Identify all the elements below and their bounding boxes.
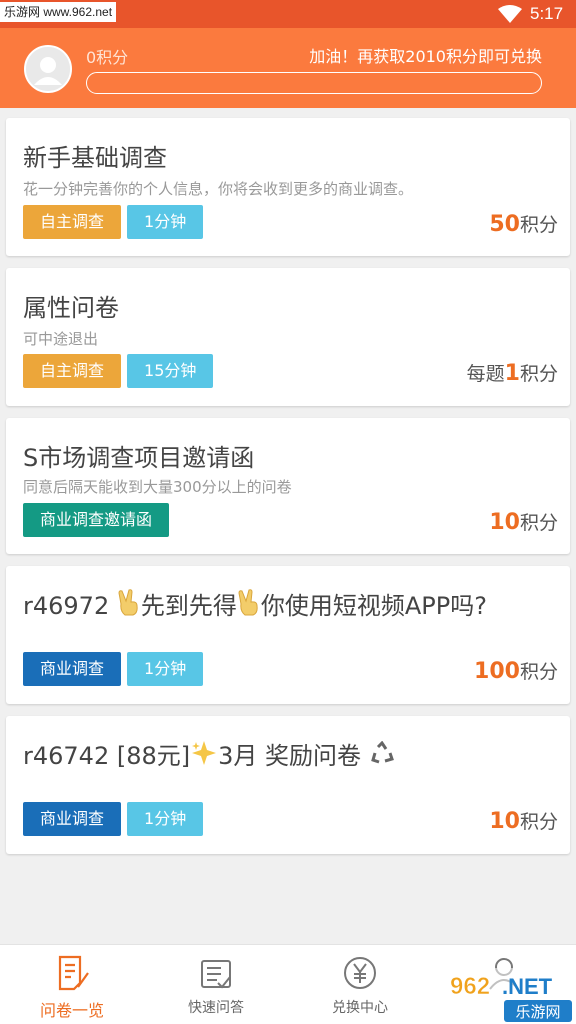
reward-amount: 1 <box>504 361 520 386</box>
status-bar: 乐游网 www.962.net 5:17 <box>0 0 576 28</box>
survey-title: 属性问卷 <box>23 294 119 322</box>
survey-title: r46972 先到先得 你使用短视频APP吗? <box>23 586 487 621</box>
reward-amount: 50 <box>489 212 520 237</box>
survey-tags: 商业调查邀请函 <box>23 503 170 537</box>
survey-title: 新手基础调查 <box>23 144 167 172</box>
survey-tags: 自主调查 1分钟 <box>23 205 204 239</box>
survey-reward: 10积分 <box>489 508 558 535</box>
tag-survey-type: 自主调查 <box>23 205 122 239</box>
tag-duration: 1分钟 <box>127 802 204 836</box>
tag-survey-type: 商业调查 <box>23 802 122 836</box>
survey-title-text: 先到先得 <box>140 592 237 620</box>
nav-exchange-center[interactable]: 兑换中心 <box>288 945 432 1024</box>
status-time: 5:17 <box>530 4 564 23</box>
survey-id: r46742 [88元] <box>23 742 191 770</box>
survey-card[interactable]: 新手基础调查 花一分钟完善你的个人信息，你将会收到更多的商业调查。 自主调查 1… <box>6 118 570 256</box>
survey-card[interactable]: S市场调查项目邀请函 同意后隔天能收到大量300分以上的问卷 商业调查邀请函 1… <box>6 418 570 554</box>
tag-survey-type: 商业调查 <box>23 652 122 686</box>
reward-unit: 积分 <box>519 214 558 236</box>
survey-card[interactable]: r46742 [88元] 3月 奖励问卷 商业调查 1分钟 10积分 <box>6 716 570 854</box>
survey-card[interactable]: 属性问卷 可中途退出 自主调查 15分钟 每题1积分 <box>6 268 570 406</box>
survey-desc: 可中途退出 <box>23 330 99 348</box>
survey-reward: 100积分 <box>474 657 558 684</box>
survey-desc: 同意后隔天能收到大量300分以上的问卷 <box>23 478 292 496</box>
survey-desc: 花一分钟完善你的个人信息，你将会收到更多的商业调查。 <box>23 180 414 198</box>
tag-survey-type: 自主调查 <box>23 354 122 388</box>
survey-tags: 商业调查 1分钟 <box>23 802 204 836</box>
tag-duration: 1分钟 <box>127 205 204 239</box>
tag-duration: 15分钟 <box>127 354 214 388</box>
reward-unit: 积分 <box>519 363 558 385</box>
nav-quick-answer[interactable]: 快速问答 <box>144 945 288 1024</box>
survey-title: S市场调查项目邀请函 <box>23 444 255 472</box>
svg-text:.NET: .NET <box>502 974 553 999</box>
checklist-icon <box>201 960 231 989</box>
recycle-icon <box>370 741 394 764</box>
svg-text:乐游网: 乐游网 <box>515 1003 560 1021</box>
survey-title: r46742 [88元] 3月 奖励问卷 <box>23 736 395 771</box>
survey-reward: 每题1积分 <box>467 359 558 386</box>
survey-reward: 50积分 <box>489 210 558 237</box>
survey-title-text: 你使用短视频APP吗? <box>260 592 487 620</box>
yen-icon <box>344 957 376 989</box>
reward-unit: 积分 <box>519 661 558 683</box>
reward-prefix: 每题 <box>466 363 505 385</box>
points-label: 0积分 <box>86 48 129 67</box>
nav-label: 问卷一览 <box>39 1001 104 1020</box>
notification-indicator <box>44 18 58 20</box>
survey-list-icon <box>58 955 89 991</box>
svg-text:962: 962 <box>450 973 490 1000</box>
wifi-icon <box>498 5 522 23</box>
tag-duration: 1分钟 <box>127 652 204 686</box>
victory-hand-icon <box>118 589 138 616</box>
survey-card[interactable]: r46972 先到先得 你使用短视频APP吗? 商业调查 1分钟 100积分 <box>6 566 570 704</box>
points-tip: 加油！再获取2010积分即可兑换 <box>309 47 542 66</box>
nav-label: 快速问答 <box>188 1000 244 1016</box>
tag-survey-type: 商业调查邀请函 <box>23 503 170 537</box>
reward-amount: 10 <box>489 510 520 535</box>
reward-unit: 积分 <box>519 811 558 833</box>
reward-amount: 10 <box>489 809 520 834</box>
survey-tags: 商业调查 1分钟 <box>23 652 204 686</box>
avatar[interactable] <box>24 45 72 93</box>
sparkle-icon <box>192 741 217 765</box>
nav-label: 兑换中心 <box>332 1000 388 1016</box>
nav-survey-list[interactable]: 问卷一览 <box>0 945 144 1024</box>
reward-amount: 100 <box>474 659 520 684</box>
survey-tags: 自主调查 15分钟 <box>23 354 214 388</box>
survey-id: r46972 <box>23 592 117 620</box>
user-avatar-icon <box>26 47 70 91</box>
points-header: 0积分 加油！再获取2010积分即可兑换 <box>0 28 576 108</box>
survey-title-text: 3月 奖励问卷 <box>218 742 369 770</box>
points-progress-bar <box>86 72 542 94</box>
reward-unit: 积分 <box>519 512 558 534</box>
watermark-top: 乐游网 www.962.net <box>0 2 117 22</box>
victory-hand-icon <box>238 589 258 616</box>
survey-reward: 10积分 <box>489 807 558 834</box>
watermark-logo: 962 .NET 乐游网 <box>446 968 576 1024</box>
